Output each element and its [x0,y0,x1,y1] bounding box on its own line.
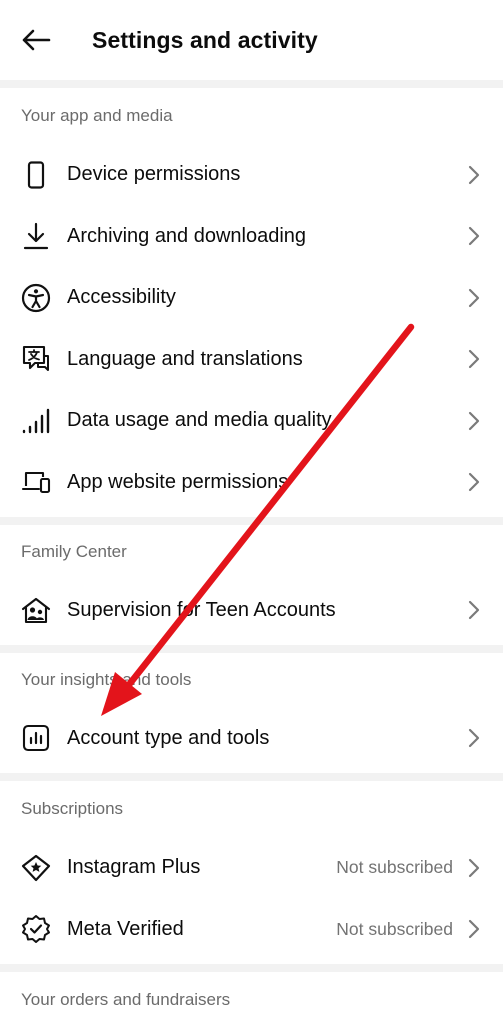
subscription-status: Not subscribed [336,918,453,939]
menu-item-label: Account type and tools [67,726,270,749]
menu-item-language-translations[interactable]: Language and translations [0,329,503,391]
translate-icon [20,343,52,375]
section-divider [0,80,503,88]
menu-item-app-website-permissions[interactable]: App website permissions [0,452,503,514]
menu-item-label: Meta Verified [67,917,184,940]
chevron-right-icon [467,348,481,370]
section-divider [0,773,503,781]
menu-item-label: Supervision for Teen Accounts [67,598,336,621]
section-label-app-media: Your app and media [21,106,173,125]
section-divider [0,517,503,525]
menu-item-archiving-downloading[interactable]: Archiving and downloading [0,206,503,268]
family-home-icon [20,594,52,626]
verified-badge-icon [20,913,52,945]
menu-item-device-permissions[interactable]: Device permissions [0,144,503,206]
back-button[interactable] [18,22,54,58]
chevron-right-icon [467,410,481,432]
menu-item-label: Accessibility [67,286,176,309]
chevron-right-icon [467,727,481,749]
menu-item-label: Language and translations [67,347,303,370]
menu-item-instagram-plus[interactable]: Instagram Plus Not subscribed [0,837,503,899]
chevron-right-icon [467,857,481,879]
section-label-insights-tools: Your insights and tools [21,670,192,689]
arrow-left-icon [22,29,51,51]
menu-item-label: App website permissions [67,470,289,493]
menu-item-supervision[interactable]: Supervision for Teen Accounts [0,579,503,641]
menu-item-account-type-tools[interactable]: Account type and tools [0,707,503,769]
top-bar: Settings and activity [0,0,503,80]
menu-item-label: Data usage and media quality [67,409,332,432]
menu-item-meta-verified[interactable]: Meta Verified Not subscribed [0,899,503,961]
chevron-right-icon [467,225,481,247]
download-icon [20,220,52,252]
menu-item-label: Device permissions [67,163,241,186]
section-divider [0,964,503,972]
section-label-family-center: Family Center [21,542,127,561]
bar-chart-icon [20,722,52,754]
phone-icon [20,159,52,191]
subscription-status: Not subscribed [336,857,453,878]
chevron-right-icon [467,164,481,186]
chevron-right-icon [467,471,481,493]
section-label-subscriptions: Subscriptions [21,799,124,818]
chevron-right-icon [467,599,481,621]
chevron-right-icon [467,918,481,940]
signal-bars-icon [20,405,52,437]
menu-item-accessibility[interactable]: Accessibility [0,267,503,329]
chevron-right-icon [467,287,481,309]
devices-icon [20,466,52,498]
section-divider [0,645,503,653]
accessibility-icon [20,282,52,314]
star-badge-icon [20,852,52,884]
page-title: Settings and activity [92,26,318,53]
menu-item-label: Archiving and downloading [67,224,307,247]
menu-item-data-usage[interactable]: Data usage and media quality [0,390,503,452]
menu-item-label: Instagram Plus [67,856,201,879]
section-label-orders: Your orders and fundraisers [21,990,231,1009]
